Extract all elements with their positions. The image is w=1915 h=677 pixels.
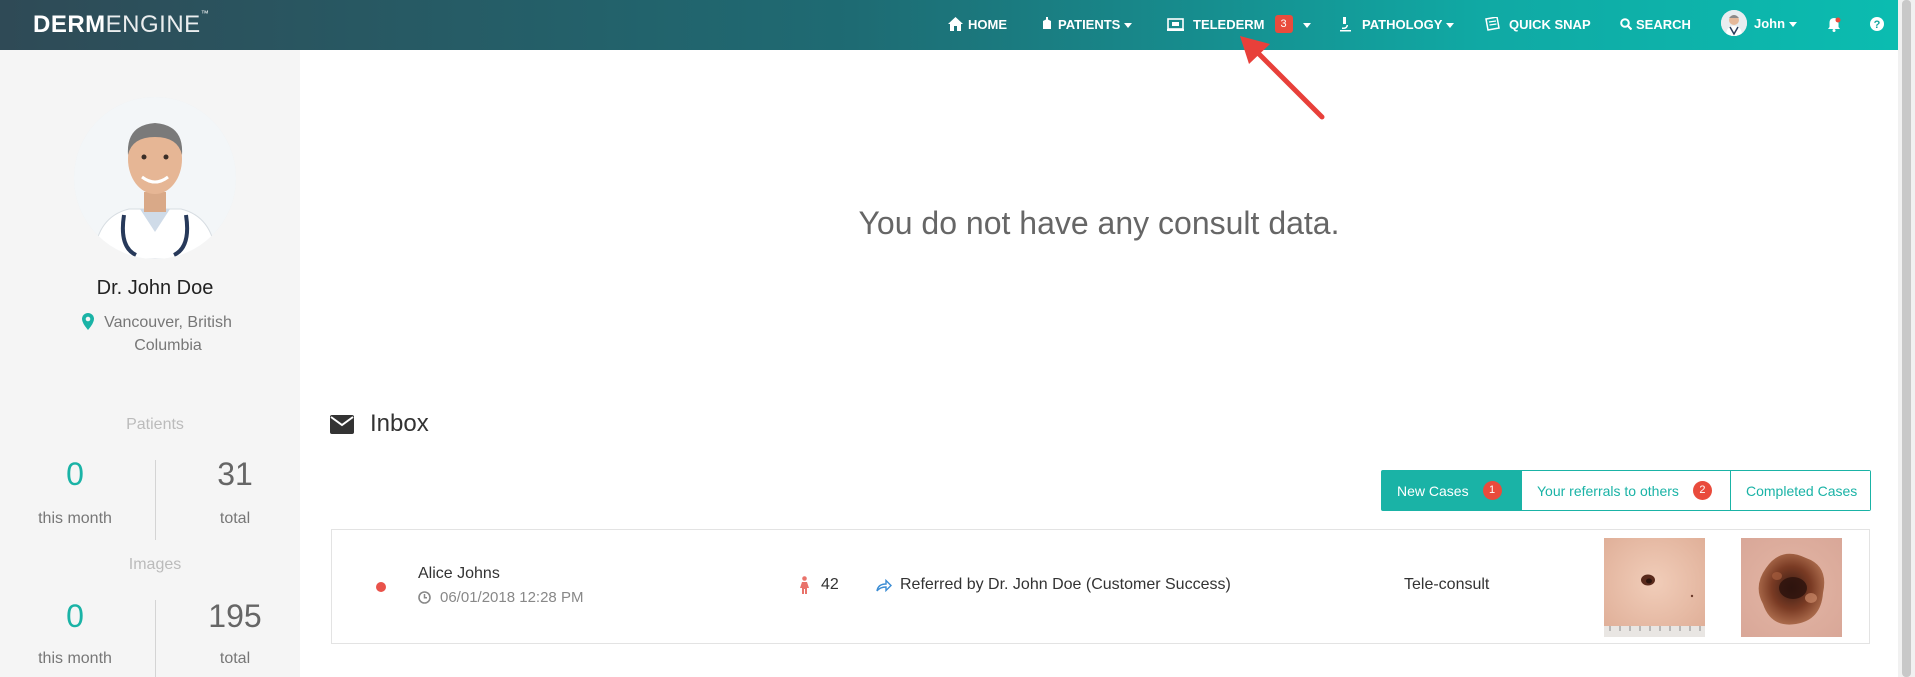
nav-search-label: SEARCH (1636, 16, 1691, 32)
telederm-icon (1167, 18, 1184, 31)
tab-new-cases[interactable]: New Cases 1 (1382, 471, 1521, 510)
logo-light-text: ENGINE (105, 11, 201, 38)
telederm-badge: 3 (1274, 15, 1293, 33)
help-icon: ? (1870, 17, 1884, 31)
envelope-icon (330, 414, 354, 434)
nav-home-label: HOME (968, 16, 1007, 32)
clock-icon (418, 591, 431, 604)
female-icon (800, 576, 809, 594)
nav-patients-label: PATIENTS (1058, 16, 1121, 32)
case-date-text: 06/01/2018 12:28 PM (440, 589, 584, 606)
dermoscopic-image-thumbnail[interactable] (1741, 538, 1842, 637)
nav-patients[interactable]: PATIENTS (1040, 14, 1133, 34)
nav-quick-snap-label: QUICK SNAP (1509, 16, 1591, 32)
nav-pathology[interactable]: PATHOLOGY (1337, 14, 1455, 34)
microscope-icon (1340, 17, 1351, 32)
patients-icon (1043, 17, 1051, 29)
inbox-heading: Inbox (330, 410, 429, 438)
referral-info: Referred by Dr. John Doe (Customer Succe… (876, 576, 1231, 594)
tab-your-referrals[interactable]: Your referrals to others 2 (1521, 471, 1730, 510)
patient-name[interactable]: Alice Johns (418, 565, 500, 583)
stats-divider (155, 460, 156, 540)
user-avatar (1721, 10, 1747, 36)
stats-divider (155, 600, 156, 677)
nav-notifications[interactable] (1827, 14, 1841, 34)
home-icon (948, 17, 963, 31)
nav-quick-snap[interactable]: QUICK SNAP (1485, 14, 1591, 34)
images-month-label: this month (38, 650, 112, 667)
new-cases-badge: 1 (1482, 481, 1502, 500)
nav-telederm[interactable]: TELEDERM 3 (1167, 14, 1311, 34)
nav-telederm-label: TELEDERM (1193, 16, 1265, 32)
patient-age-text: 42 (821, 576, 839, 593)
inbox-title-text: Inbox (370, 410, 429, 437)
referrals-badge: 2 (1692, 481, 1712, 500)
empty-consult-message: You do not have any consult data. (858, 205, 1340, 241)
doctor-location: Vancouver, British Columbia (104, 314, 232, 354)
case-type: Tele-consult (1404, 576, 1490, 593)
tab-completed-cases-label: Completed Cases (1746, 482, 1858, 499)
images-total-count: 195 (208, 598, 262, 634)
unread-indicator (376, 582, 386, 592)
bell-icon (1828, 17, 1841, 32)
nav-user-label: John (1754, 15, 1786, 31)
patient-age: 42 (800, 576, 839, 594)
images-total-label: total (219, 650, 251, 667)
patients-total-label: total (219, 510, 251, 527)
chevron-down-icon (1446, 22, 1455, 28)
logo-trademark: ™ (200, 9, 210, 18)
tab-new-cases-label: New Cases (1397, 482, 1469, 499)
patients-total-count: 31 (217, 456, 253, 492)
profile-sidebar: Dr. John Doe Vancouver, British Columbia… (0, 50, 300, 677)
referral-text: Referred by Dr. John Doe (Customer Succe… (900, 576, 1231, 593)
profile-avatar (74, 97, 236, 259)
tab-your-referrals-label: Your referrals to others (1537, 482, 1679, 499)
scrollbar-thumb[interactable] (1902, 0, 1911, 677)
nav-user-menu[interactable]: John (1721, 10, 1798, 36)
top-navbar: DERMENGINE™ HOME PATIENTS TELEDERM 3 PAT… (0, 0, 1898, 50)
images-stats-title: Images (128, 556, 182, 573)
chevron-down-icon (1302, 22, 1311, 28)
quick-snap-icon (1485, 16, 1500, 31)
nav-help[interactable]: ? (1870, 14, 1884, 34)
doctor-name: Dr. John Doe (96, 277, 214, 299)
case-date: 06/01/2018 12:28 PM (418, 589, 583, 606)
app-logo[interactable]: DERMENGINE™ (33, 9, 210, 39)
clinical-image-thumbnail[interactable] (1604, 538, 1705, 637)
nav-search[interactable]: SEARCH (1620, 14, 1691, 34)
patients-month-count: 0 (66, 456, 84, 492)
search-icon (1620, 18, 1632, 30)
logo-bold-text: DERM (33, 11, 106, 38)
svg-text:?: ? (1874, 19, 1881, 31)
nav-pathology-label: PATHOLOGY (1362, 16, 1443, 32)
images-month-count: 0 (66, 598, 84, 634)
patients-stats-title: Patients (126, 416, 184, 433)
nav-home[interactable]: HOME (948, 14, 1007, 34)
chevron-down-icon (1789, 21, 1798, 27)
tab-completed-cases[interactable]: Completed Cases (1730, 471, 1870, 510)
inbox-tabs: New Cases 1 Your referrals to others 2 C… (1381, 470, 1871, 511)
chevron-down-icon (1124, 22, 1133, 28)
case-row[interactable]: Alice Johns 06/01/2018 12:28 PM 42 Refer… (331, 529, 1870, 644)
patients-month-label: this month (38, 510, 112, 527)
share-arrow-icon (876, 578, 892, 592)
